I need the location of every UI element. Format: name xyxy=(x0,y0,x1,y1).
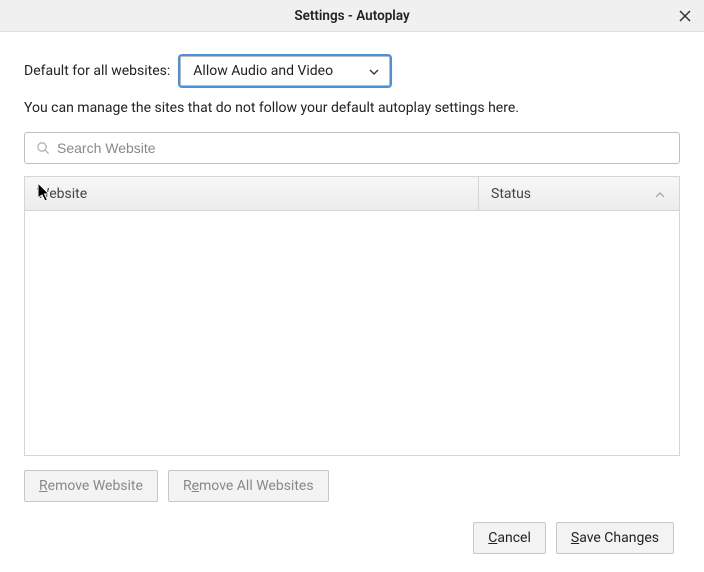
close-icon xyxy=(679,10,691,22)
remove-website-button[interactable]: Remove Website xyxy=(24,470,158,502)
col-status-label: Status xyxy=(491,186,531,202)
save-changes-button[interactable]: Save Changes xyxy=(556,522,674,554)
remove-button-row: Remove Website Remove All Websites xyxy=(24,470,680,502)
default-select-value: Allow Audio and Video xyxy=(193,63,333,79)
table-header: Website Status xyxy=(25,177,679,211)
remove-all-websites-button[interactable]: Remove All Websites xyxy=(168,470,329,502)
search-wrapper xyxy=(24,132,680,164)
website-table: Website Status xyxy=(24,176,680,456)
default-select[interactable]: Allow Audio and Video xyxy=(180,56,390,86)
sort-asc-icon xyxy=(655,186,665,202)
search-icon xyxy=(36,141,50,155)
close-button[interactable] xyxy=(676,7,694,25)
table-body xyxy=(25,211,679,455)
footer-button-row: Cancel Save Changes xyxy=(24,522,680,554)
titlebar: Settings - Autoplay xyxy=(0,0,704,32)
cancel-button[interactable]: Cancel xyxy=(473,522,546,554)
window-title: Settings - Autoplay xyxy=(0,8,704,24)
chevron-down-icon xyxy=(369,63,379,79)
default-label: Default for all websites: xyxy=(24,63,170,79)
col-status-header[interactable]: Status xyxy=(479,177,679,210)
help-text: You can manage the sites that do not fol… xyxy=(24,100,680,116)
col-website-label: Website xyxy=(37,186,87,202)
default-row: Default for all websites: Allow Audio an… xyxy=(24,56,680,86)
col-website-header[interactable]: Website xyxy=(25,177,479,210)
search-input[interactable] xyxy=(24,132,680,164)
dialog-content: Default for all websites: Allow Audio an… xyxy=(0,32,704,570)
